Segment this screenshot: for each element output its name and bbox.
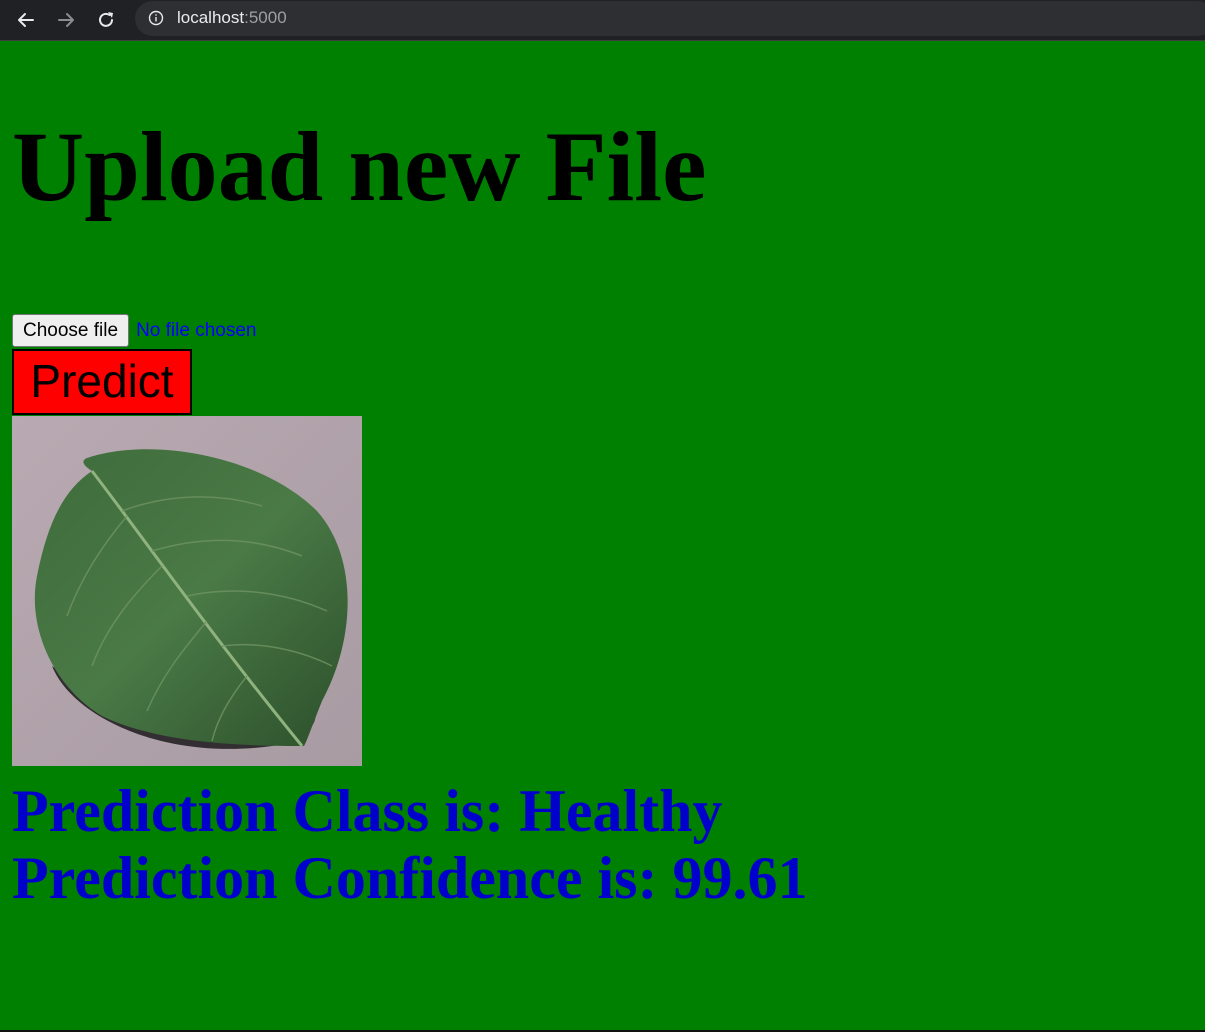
reload-icon: [99, 12, 113, 27]
info-icon[interactable]: [148, 10, 164, 26]
url-host: localhost: [177, 8, 245, 27]
browser-toolbar: localhost:5000: [0, 0, 1205, 41]
predict-button[interactable]: Predict: [12, 349, 192, 415]
leaf-photo-illustration: [12, 416, 362, 766]
back-arrow-icon: [18, 13, 34, 27]
file-input: Choose file No file chosen: [12, 314, 256, 347]
reload-button[interactable]: [92, 6, 120, 34]
back-button[interactable]: [12, 6, 40, 34]
page-body: Upload new File Choose file No file chos…: [0, 42, 1205, 1030]
prediction-class-text: Prediction Class is: Healthy: [12, 778, 723, 844]
url-port: :5000: [244, 8, 287, 27]
url-text: localhost:5000: [177, 8, 287, 28]
prediction-confidence-text: Prediction Confidence is: 99.61: [12, 845, 808, 911]
address-bar[interactable]: localhost:5000: [135, 1, 1205, 36]
uploaded-leaf-image: [12, 416, 362, 766]
forward-arrow-icon: [58, 13, 74, 27]
forward-button[interactable]: [52, 6, 80, 34]
choose-file-button[interactable]: Choose file: [12, 314, 130, 347]
page-title: Upload new File: [12, 111, 707, 222]
file-status-text: No file chosen: [136, 319, 257, 341]
